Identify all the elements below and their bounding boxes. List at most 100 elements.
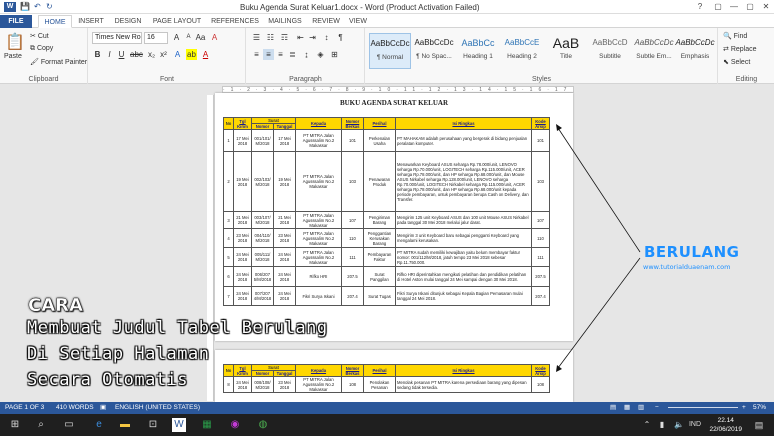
search-icon[interactable]: ⌕ [34, 418, 48, 432]
text-effects-icon[interactable]: A [172, 49, 183, 60]
clock[interactable]: 22.14 22/06/2019 [709, 416, 742, 434]
clear-format-icon[interactable]: A [209, 32, 220, 43]
style-heading-2[interactable]: AaBbCcE Heading 2 [501, 33, 543, 69]
redo-icon[interactable]: ↻ [46, 2, 53, 11]
tab-page-layout[interactable]: PAGE LAYOUT [150, 15, 204, 28]
minimize-button[interactable]: — [726, 1, 742, 13]
header-no: No [223, 117, 234, 130]
horizontal-ruler[interactable]: ·1·2·3·4·5·6·7·8·9·10·11·12·13·14·15·16·… [0, 85, 774, 93]
zoom-in-icon[interactable]: + [742, 402, 746, 414]
shrink-font-icon[interactable]: A [183, 32, 194, 43]
style-subtitle[interactable]: AaBbCcD Subtitle [589, 33, 631, 69]
format-painter-button[interactable]: 🖌 Format Painter [30, 58, 87, 66]
increase-indent-icon[interactable]: ⇥ [307, 32, 318, 43]
tab-insert[interactable]: INSERT [76, 15, 106, 28]
web-layout-icon[interactable]: ▥ [638, 402, 644, 414]
page-count[interactable]: PAGE 1 OF 3 [5, 402, 44, 414]
style-emphasis[interactable]: AaBbCcDc Emphasis [674, 33, 716, 69]
tab-references[interactable]: REFERENCES [210, 15, 260, 28]
maximize-button[interactable]: ▢ [742, 1, 758, 13]
read-mode-icon[interactable]: ▤ [610, 402, 616, 414]
copy-button[interactable]: ⧉ Copy [30, 45, 53, 53]
word-taskbar-icon[interactable]: W [172, 418, 186, 432]
style-title[interactable]: AaB Title [545, 33, 587, 69]
copy-label: Copy [36, 45, 54, 52]
borders-icon[interactable]: ⊞ [329, 49, 340, 60]
align-right-icon[interactable]: ≡ [275, 49, 286, 60]
replace-button[interactable]: ⇄ Replace [723, 45, 757, 53]
task-view-icon[interactable]: ▭ [62, 418, 76, 432]
style-subtle-emphasis[interactable]: AaBbCcDc Subtle Em... [633, 33, 675, 69]
notification-icon[interactable]: ▤ [752, 418, 766, 432]
sort-icon[interactable]: ↕ [321, 32, 332, 43]
font-name-select[interactable]: Times New Ro [92, 32, 142, 44]
help-button[interactable]: ? [692, 1, 708, 13]
subscript-icon[interactable]: x₂ [146, 49, 157, 60]
font-color-icon[interactable]: A [200, 49, 211, 60]
close-button[interactable]: ✕ [758, 1, 774, 13]
document-page-1[interactable]: BUKU AGENDA SURAT KELUAR No Tgl Kirim Su… [215, 93, 573, 341]
grow-font-icon[interactable]: A [171, 32, 182, 43]
document-page-2[interactable]: No Tgl Kirim Surat Kepada Nomor Berkas P… [215, 350, 573, 402]
tab-home[interactable]: HOME [38, 15, 72, 28]
bullets-icon[interactable]: ☰ [251, 32, 262, 43]
find-button[interactable]: 🔍 Find [723, 32, 747, 40]
align-center-icon[interactable]: ≡ [263, 49, 274, 60]
tab-design[interactable]: DESIGN [112, 15, 144, 28]
justify-icon[interactable]: ≣ [287, 49, 298, 60]
style-heading-1[interactable]: AaBbCc Heading 1 [457, 33, 499, 69]
volume-icon[interactable]: 🔈 [672, 418, 686, 432]
windows-start-icon[interactable]: ⊞ [8, 418, 22, 432]
cell-nomor-berkas: 101 [341, 129, 364, 152]
chrome-icon[interactable]: ◍ [256, 418, 270, 432]
tab-mailings[interactable]: MAILINGS [264, 15, 306, 28]
style-normal[interactable]: AaBbCcDc ¶ Normal [369, 33, 411, 69]
word-count[interactable]: 410 WORDS [56, 402, 94, 414]
numbering-icon[interactable]: ☷ [265, 32, 276, 43]
save-icon[interactable]: 💾 [20, 2, 30, 11]
cell-nomor-berkas: 107 [341, 211, 364, 229]
change-case-icon[interactable]: Aa [195, 32, 206, 43]
select-button[interactable]: ⬉ Select [723, 58, 750, 66]
paste-button[interactable]: Paste [4, 53, 22, 60]
align-left-icon[interactable]: ≡ [251, 49, 262, 60]
ribbon-display-button[interactable]: ▢ [710, 1, 726, 13]
show-formatting-icon[interactable]: ¶ [335, 32, 346, 43]
media-app-icon[interactable]: ◉ [228, 418, 242, 432]
cut-button[interactable]: ✂ Cut [30, 32, 49, 40]
print-layout-icon[interactable]: ▦ [624, 402, 630, 414]
cell-isi-ringkas: Menolak pesanan PT MITRA karena persedia… [395, 376, 532, 393]
highlight-icon[interactable]: ab [186, 49, 197, 60]
cell-no: 8 [223, 376, 234, 393]
network-icon[interactable]: ▮ [655, 418, 669, 432]
input-language[interactable]: IND [686, 418, 704, 432]
font-size-select[interactable]: 16 [144, 32, 168, 44]
clipboard-label: Clipboard [28, 76, 59, 83]
italic-icon[interactable]: I [104, 49, 115, 60]
zoom-level[interactable]: 57% [753, 402, 766, 414]
underline-icon[interactable]: U [116, 49, 127, 60]
zoom-slider[interactable] [668, 407, 738, 408]
tab-review[interactable]: REVIEW [310, 15, 342, 28]
zoom-out-icon[interactable]: − [655, 402, 659, 414]
file-explorer-icon[interactable]: ▬ [118, 418, 132, 432]
language-status[interactable]: ENGLISH (UNITED STATES) [115, 402, 200, 414]
undo-icon[interactable]: ↶ [34, 2, 41, 11]
tab-view[interactable]: VIEW [346, 15, 370, 28]
strikethrough-icon[interactable]: abc [130, 49, 143, 60]
style-no-spacing[interactable]: AaBbCcDc ¶ No Spac... [413, 33, 455, 69]
shading-icon[interactable]: ◈ [315, 49, 326, 60]
line-spacing-icon[interactable]: ↨ [301, 49, 312, 60]
bold-icon[interactable]: B [92, 49, 103, 60]
store-icon[interactable]: ⊡ [146, 418, 160, 432]
cell-nomor-berkas: 108 [341, 376, 364, 393]
superscript-icon[interactable]: x² [158, 49, 169, 60]
edge-icon[interactable]: e [92, 418, 106, 432]
proofing-icon[interactable]: ▣ [100, 402, 106, 414]
decrease-indent-icon[interactable]: ⇤ [295, 32, 306, 43]
tab-file[interactable]: FILE [0, 15, 32, 28]
paste-icon[interactable]: 📋 [5, 32, 25, 52]
spreadsheet-icon[interactable]: ▦ [200, 418, 214, 432]
tray-chevron-icon[interactable]: ⌃ [640, 418, 654, 432]
multilevel-list-icon[interactable]: ☶ [279, 32, 290, 43]
